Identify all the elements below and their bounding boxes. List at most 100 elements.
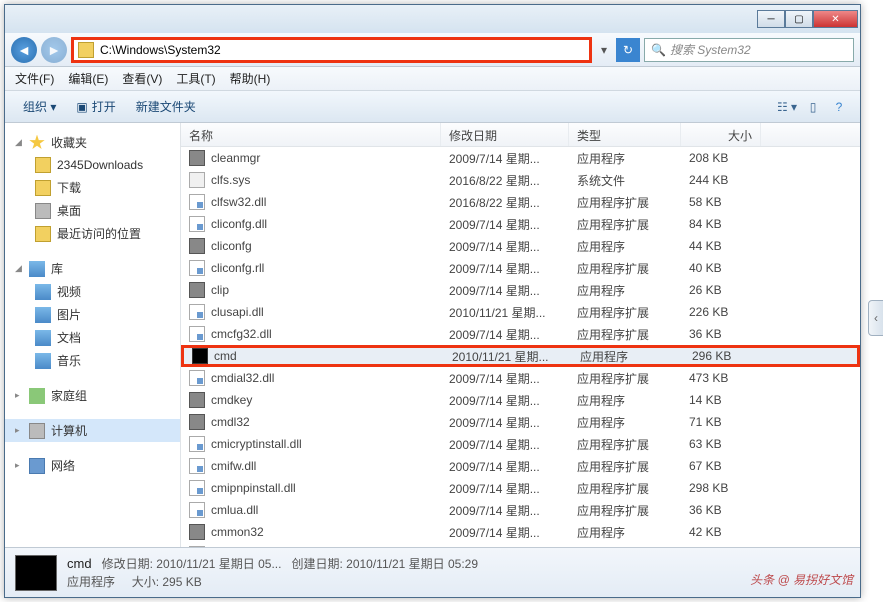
file-name: cmdial32.dll (211, 371, 274, 385)
address-bar[interactable] (71, 37, 592, 63)
new-folder-button[interactable]: 新建文件夹 (128, 94, 204, 119)
preview-pane-icon[interactable]: ▯ (802, 96, 824, 118)
status-filename: cmd (67, 556, 92, 571)
col-name[interactable]: 名称 (181, 123, 441, 146)
file-name: cmcfg32.dll (211, 327, 272, 341)
file-row[interactable]: cliconfg.dll2009/7/14 星期...应用程序扩展84 KB (181, 213, 860, 235)
menubar: 文件(F) 编辑(E) 查看(V) 工具(T) 帮助(H) (5, 67, 860, 91)
file-name: cleanmgr (211, 151, 260, 165)
file-icon (189, 194, 205, 210)
file-name: cmmon32 (211, 525, 264, 539)
file-row[interactable]: cmlua.dll2009/7/14 星期...应用程序扩展36 KB (181, 499, 860, 521)
file-icon (189, 150, 205, 166)
file-row[interactable]: cmd2010/11/21 星期...应用程序296 KB (181, 345, 860, 367)
statusbar: cmd 修改日期: 2010/11/21 星期日 05... 创建日期: 201… (5, 547, 860, 597)
help-icon[interactable]: ? (828, 96, 850, 118)
file-size: 26 KB (681, 279, 761, 301)
file-icon (189, 480, 205, 496)
file-name: cliconfg.rll (211, 261, 264, 275)
minimize-button[interactable]: ─ (757, 10, 785, 28)
col-size[interactable]: 大小 (681, 123, 761, 146)
menu-view[interactable]: 查看(V) (122, 70, 162, 87)
file-size: 298 KB (681, 477, 761, 499)
file-name: clfsw32.dll (211, 195, 266, 209)
view-options-icon[interactable]: ☷ ▾ (776, 96, 798, 118)
sidebar-computer[interactable]: 计算机 (5, 419, 180, 442)
file-icon (189, 436, 205, 452)
file-row[interactable]: cmdl322009/7/14 星期...应用程序71 KB (181, 411, 860, 433)
file-row[interactable]: cmdkey2009/7/14 星期...应用程序14 KB (181, 389, 860, 411)
file-size: 40 KB (681, 257, 761, 279)
file-name: cliconfg (211, 239, 252, 253)
file-row[interactable]: clfsw32.dll2016/8/22 星期...应用程序扩展58 KB (181, 191, 860, 213)
maximize-button[interactable]: ▢ (785, 10, 813, 28)
col-date[interactable]: 修改日期 (441, 123, 569, 146)
open-button[interactable]: ▣ 打开 (68, 94, 123, 119)
address-input[interactable] (100, 43, 585, 57)
navbar: ◄ ► ▾ ↻ 搜索 System32 (5, 33, 860, 67)
file-size: 44 KB (681, 235, 761, 257)
sidebar-item[interactable]: 最近访问的位置 (5, 222, 180, 245)
menu-help[interactable]: 帮助(H) (230, 70, 271, 87)
file-icon (189, 304, 205, 320)
file-row[interactable]: clfs.sys2016/8/22 星期...系统文件244 KB (181, 169, 860, 191)
refresh-button[interactable]: ↻ (616, 38, 640, 62)
sidebar-item[interactable]: 文档 (5, 326, 180, 349)
file-row[interactable]: cliconfg.rll2009/7/14 星期...应用程序扩展40 KB (181, 257, 860, 279)
menu-tools[interactable]: 工具(T) (176, 70, 215, 87)
file-row[interactable]: cmicryptinstall.dll2009/7/14 星期...应用程序扩展… (181, 433, 860, 455)
search-input[interactable]: 搜索 System32 (644, 38, 854, 62)
file-type: 应用程序扩展 (569, 542, 681, 548)
file-name: clusapi.dll (211, 305, 264, 319)
sidebar-item[interactable]: 图片 (5, 303, 180, 326)
sidebar-item[interactable]: 桌面 (5, 199, 180, 222)
file-icon (189, 546, 205, 547)
menu-file[interactable]: 文件(F) (15, 70, 54, 87)
sidebar-item[interactable]: 音乐 (5, 349, 180, 372)
file-name: cmipnpinstall.dll (211, 481, 296, 495)
file-row[interactable]: clusapi.dll2010/11/21 星期...应用程序扩展226 KB (181, 301, 860, 323)
file-row[interactable]: cmdial32.dll2009/7/14 星期...应用程序扩展473 KB (181, 367, 860, 389)
organize-button[interactable]: 组织 ▾ (15, 94, 64, 119)
file-icon (189, 392, 205, 408)
close-button[interactable]: ✕ (813, 10, 858, 28)
sidebar-network[interactable]: 网络 (5, 454, 180, 477)
menu-edit[interactable]: 编辑(E) (68, 70, 108, 87)
titlebar: ─ ▢ ✕ (5, 5, 860, 33)
column-headers: 名称 修改日期 类型 大小 (181, 123, 860, 147)
file-icon (189, 326, 205, 342)
file-icon (189, 260, 205, 276)
toolbar: 组织 ▾ ▣ 打开 新建文件夹 ☷ ▾ ▯ ? (5, 91, 860, 123)
file-row[interactable]: cleanmgr2009/7/14 星期...应用程序208 KB (181, 147, 860, 169)
file-size: 36 KB (681, 499, 761, 521)
file-icon (189, 458, 205, 474)
scroll-tab[interactable]: ‹ (868, 300, 883, 336)
file-icon (189, 524, 205, 540)
file-row[interactable]: clip2009/7/14 星期...应用程序26 KB (181, 279, 860, 301)
sidebar-item[interactable]: 视频 (5, 280, 180, 303)
sidebar-favorites[interactable]: 收藏夹 (5, 131, 180, 154)
file-row[interactable]: cmifw.dll2009/7/14 星期...应用程序扩展67 KB (181, 455, 860, 477)
file-size: 208 KB (681, 147, 761, 169)
file-row[interactable]: cmmon322009/7/14 星期...应用程序42 KB (181, 521, 860, 543)
sidebar-homegroup[interactable]: 家庭组 (5, 384, 180, 407)
sidebar-item[interactable]: 下载 (5, 176, 180, 199)
col-type[interactable]: 类型 (569, 123, 681, 146)
file-size: 14 KB (681, 389, 761, 411)
file-icon (189, 172, 205, 188)
file-name: cmd (214, 349, 237, 363)
file-name: clfs.sys (211, 173, 250, 187)
file-row[interactable]: cmcfg32.dll2009/7/14 星期...应用程序扩展36 KB (181, 323, 860, 345)
file-row[interactable]: cmpbk32.dll2009/7/14 星期...应用程序扩展26 KB (181, 543, 860, 547)
sidebar-libraries[interactable]: 库 (5, 257, 180, 280)
back-button[interactable]: ◄ (11, 37, 37, 63)
sidebar-item[interactable]: 2345Downloads (5, 154, 180, 176)
forward-button[interactable]: ► (41, 37, 67, 63)
file-size: 42 KB (681, 521, 761, 543)
file-row[interactable]: cmipnpinstall.dll2009/7/14 星期...应用程序扩展29… (181, 477, 860, 499)
address-dropdown[interactable]: ▾ (596, 43, 612, 57)
file-size: 58 KB (681, 191, 761, 213)
file-size: 244 KB (681, 169, 761, 191)
file-row[interactable]: cliconfg2009/7/14 星期...应用程序44 KB (181, 235, 860, 257)
file-size: 63 KB (681, 433, 761, 455)
